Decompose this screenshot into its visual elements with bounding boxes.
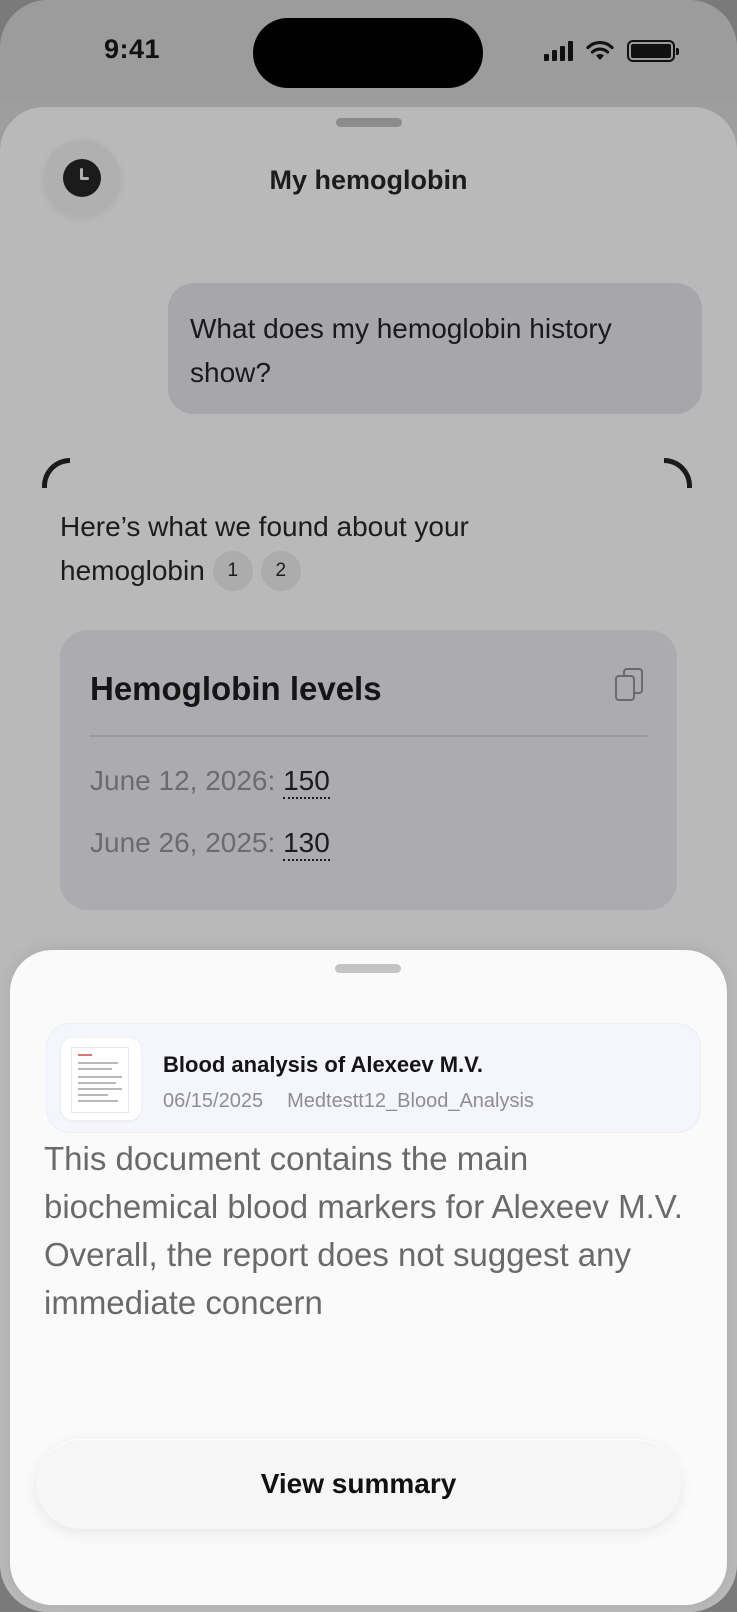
thumbnail-line	[78, 1100, 118, 1102]
cellular-signal-icon	[544, 41, 573, 61]
level-value[interactable]: 150	[283, 765, 330, 799]
sheet-grabber[interactable]	[336, 118, 402, 127]
reference-badge-1[interactable]: 1	[212, 551, 253, 591]
thumbnail-line	[78, 1088, 122, 1090]
level-date: June 26, 2025:	[90, 827, 276, 858]
level-date: June 12, 2026:	[90, 765, 276, 796]
thumbnail-line	[78, 1054, 92, 1056]
bottom-sheet-grabber[interactable]	[335, 964, 401, 973]
thumbnail-line	[78, 1082, 116, 1084]
thumbnail-line	[78, 1094, 108, 1096]
level-value[interactable]: 130	[283, 827, 330, 861]
user-message-bubble: What does my hemoglobin history show?	[168, 283, 702, 414]
page-title: My hemoglobin	[269, 165, 468, 195]
copy-icon-back	[615, 675, 635, 701]
copy-icon[interactable]	[615, 668, 645, 702]
document-summary: This document contains the main biochemi…	[44, 1140, 683, 1321]
assistant-message: Here’s what we found about your hemoglob…	[60, 505, 620, 593]
battery-fill	[631, 44, 671, 58]
card-divider	[90, 735, 647, 737]
thumbnail-line	[78, 1062, 118, 1064]
thumbnail-line	[78, 1068, 112, 1070]
battery-icon	[627, 40, 679, 62]
phone-screen: 9:41 My hemoglobin What does my hemoglob…	[0, 0, 737, 1612]
reference-badge-2[interactable]: 2	[260, 551, 301, 591]
view-summary-button[interactable]: View summary	[36, 1439, 681, 1529]
document-title: Blood analysis of Alexeev M.V.	[163, 1052, 483, 1077]
status-time: 9:41	[104, 34, 161, 64]
hemoglobin-levels-card: Hemoglobin levels June 12, 2026: 150 Jun…	[60, 630, 677, 910]
document-filename: Medtestt12_Blood_Analysis	[287, 1090, 534, 1112]
document-date: 06/15/2025	[163, 1090, 264, 1112]
thumbnail-page	[71, 1047, 129, 1113]
status-bar: 9:41	[0, 0, 737, 100]
document-meta: 06/15/2025 Medtestt12_Blood_Analysis	[163, 1090, 534, 1113]
status-icons	[544, 40, 679, 62]
level-row: June 26, 2025: 130	[90, 827, 330, 861]
dynamic-island	[253, 18, 483, 88]
card-title: Hemoglobin levels	[90, 670, 382, 707]
thumbnail-line	[78, 1076, 122, 1078]
document-item[interactable]: Blood analysis of Alexeev M.V. 06/15/202…	[46, 1023, 701, 1133]
document-thumbnail	[61, 1038, 141, 1120]
level-row: June 12, 2026: 150	[90, 765, 330, 799]
wifi-icon	[586, 40, 614, 60]
